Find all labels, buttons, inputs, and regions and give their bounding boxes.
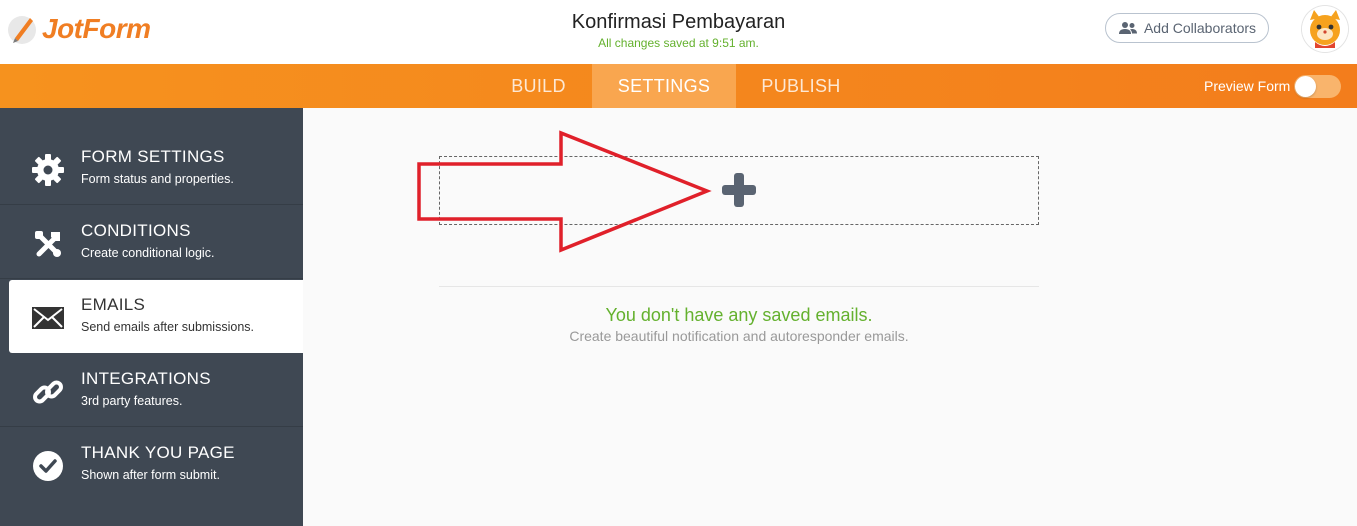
top-header: JotForm Konfirmasi Pembayaran All change… [0, 0, 1357, 64]
content-divider [439, 286, 1039, 287]
sidebar-item-description: Create conditional logic. [81, 246, 215, 260]
gear-icon [30, 152, 66, 188]
main-nav-bar: BUILD SETTINGS PUBLISH Preview Form [0, 64, 1357, 108]
sidebar-item-description: Send emails after submissions. [81, 320, 254, 334]
sidebar-item-description: Shown after form submit. [81, 468, 220, 482]
sidebar-item-integrations[interactable]: INTEGRATIONS 3rd party features. [0, 354, 303, 427]
preview-form-toggle[interactable] [1294, 75, 1341, 98]
sidebar-item-description: 3rd party features. [81, 394, 183, 408]
users-icon [1118, 22, 1137, 34]
add-collaborators-button[interactable]: Add Collaborators [1105, 13, 1269, 43]
sidebar-item-label: EMAILS [81, 295, 146, 314]
sidebar-item-label: FORM SETTINGS [81, 147, 225, 166]
toggle-knob [1295, 76, 1316, 97]
sidebar-item-conditions[interactable]: CONDITIONS Create conditional logic. [0, 206, 303, 279]
tab-build[interactable]: BUILD [493, 64, 584, 108]
tab-settings[interactable]: SETTINGS [592, 64, 736, 108]
tools-icon [30, 226, 66, 262]
link-icon [30, 374, 66, 410]
user-avatar[interactable] [1302, 6, 1348, 52]
add-collaborators-label: Add Collaborators [1143, 20, 1257, 36]
envelope-icon [30, 300, 66, 336]
sidebar-item-label: THANK YOU PAGE [81, 443, 235, 462]
preview-form-label: Preview Form [1204, 78, 1291, 94]
empty-state-title: You don't have any saved emails. [605, 305, 873, 325]
cat-avatar-icon [1302, 6, 1348, 52]
sidebar-item-thank-you-page[interactable]: THANK YOU PAGE Shown after form submit. [0, 428, 303, 501]
sidebar-item-label: INTEGRATIONS [81, 369, 211, 388]
plus-icon[interactable] [721, 172, 757, 208]
tab-publish[interactable]: PUBLISH [742, 64, 860, 108]
empty-state-description: Create beautiful notification and autore… [569, 328, 909, 344]
settings-sidebar: FORM SETTINGS Form status and properties… [0, 108, 303, 526]
sidebar-item-form-settings[interactable]: FORM SETTINGS Form status and properties… [0, 132, 303, 205]
sidebar-item-label: CONDITIONS [81, 221, 191, 240]
check-circle-icon [30, 448, 66, 484]
sidebar-item-description: Form status and properties. [81, 172, 234, 186]
sidebar-item-emails[interactable]: EMAILS Send emails after submissions. [9, 280, 303, 353]
